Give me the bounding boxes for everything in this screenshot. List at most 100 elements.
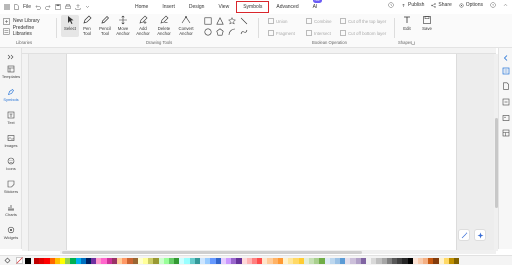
tab-home[interactable]: Home <box>128 1 155 13</box>
tab-view[interactable]: View <box>211 1 236 13</box>
drawing-tools-label: Drawing Tools <box>146 40 173 45</box>
expand-group-icon[interactable] <box>411 41 415 45</box>
color-swatch[interactable] <box>454 258 460 264</box>
arc-shape-icon[interactable] <box>228 28 236 36</box>
new-library-icon <box>3 17 10 25</box>
icons-icon <box>7 157 15 165</box>
pen-tool-button[interactable]: Pen Tool <box>78 15 96 36</box>
sidebar-item-symbols[interactable]: Symbols <box>0 88 22 102</box>
select-tool-button[interactable]: Select <box>61 15 79 37</box>
collapse-panel-icon[interactable] <box>502 54 510 62</box>
tab-design[interactable]: Design <box>182 1 212 13</box>
select-tool-label: Select <box>64 26 76 31</box>
star-shape-icon[interactable] <box>228 17 236 25</box>
delete-anchor-icon <box>160 15 169 24</box>
options-button[interactable]: Options <box>459 2 483 8</box>
sidebar-item-charts[interactable]: Charts <box>0 203 22 217</box>
add-anchor-icon <box>139 15 148 24</box>
right-panel <box>498 48 512 249</box>
publish-icon <box>402 3 405 7</box>
page-panel-icon[interactable] <box>502 82 510 90</box>
ribbon-tabs: Home Insert Design View Symbols Advanced… <box>128 0 325 13</box>
redo-icon[interactable] <box>45 4 51 10</box>
delete-anchor-label2: Anchor <box>157 31 171 36</box>
layers-panel-icon[interactable] <box>502 98 510 106</box>
horizontal-scrollbar[interactable] <box>60 250 496 254</box>
file-menu[interactable]: File <box>23 4 31 10</box>
publish-button[interactable]: Publish <box>401 2 424 8</box>
collapse-ribbon-icon[interactable] <box>503 2 508 8</box>
horizontal-scroll-thumb[interactable] <box>62 250 362 254</box>
export-icon[interactable] <box>75 4 81 10</box>
format-panel-icon[interactable] <box>502 67 510 75</box>
fragment-label: Fragment <box>276 30 295 36</box>
image-panel-icon[interactable] <box>502 114 510 122</box>
sidebar-item-templates[interactable]: Templates <box>0 65 22 79</box>
help-icon[interactable]: ? <box>490 2 496 8</box>
edit-shapes-button[interactable]: Edit <box>398 15 416 31</box>
left-sidebar: Templates Symbols Text Images Icons Stic… <box>0 48 22 249</box>
vertical-ruler <box>22 54 29 251</box>
save-symbol-button[interactable]: Save <box>418 15 436 31</box>
libraries-group: New Library Predefine Libraries <box>3 16 53 37</box>
predefine-libraries-button[interactable]: Predefine Libraries <box>3 25 53 37</box>
color-palette-bar <box>0 255 512 265</box>
share-button[interactable]: Share <box>431 2 452 8</box>
more-icon[interactable] <box>85 4 90 10</box>
cut-bottom-layer-button[interactable]: Cut off bottom layer <box>340 30 386 36</box>
drawing-page[interactable] <box>66 54 457 251</box>
fill-bucket-icon[interactable] <box>4 257 11 264</box>
tab-symbols[interactable]: Symbols <box>236 1 270 13</box>
pencil-tool-button[interactable]: Pencil Tool <box>96 15 114 36</box>
publish-label: Publish <box>408 2 425 8</box>
pencil-tool-label2: Tool <box>101 31 109 36</box>
delete-anchor-button[interactable]: Delete Anchor <box>155 15 173 36</box>
triangle-shape-icon[interactable] <box>216 17 224 25</box>
magic-tool-button[interactable] <box>458 229 470 241</box>
line-shape-icon[interactable] <box>240 17 248 25</box>
cut-bottom-label: Cut off bottom layer <box>348 30 387 36</box>
tab-ai[interactable]: AI hot <box>306 0 325 13</box>
widgets-icon <box>7 226 15 234</box>
history-icon[interactable] <box>388 2 394 8</box>
hamburger-menu-icon[interactable] <box>4 4 10 10</box>
move-anchor-label2: Anchor <box>116 31 130 36</box>
no-fill-icon[interactable] <box>16 257 23 264</box>
fragment-button[interactable]: Fragment <box>268 30 295 36</box>
curve-shape-icon[interactable] <box>240 28 248 36</box>
stickers-icon <box>7 180 15 188</box>
predefine-libraries-icon <box>3 27 10 35</box>
move-anchor-button[interactable]: Move Anchor <box>114 15 132 36</box>
undo-icon[interactable] <box>35 4 41 10</box>
union-button[interactable]: Union <box>268 18 287 24</box>
black-swatch[interactable] <box>25 257 31 264</box>
print-icon[interactable] <box>65 4 71 10</box>
ai-assistant-button[interactable] <box>474 229 486 241</box>
intersect-icon <box>306 30 312 36</box>
cut-top-label: Cut off the top layer <box>348 18 387 24</box>
rectangle-shape-icon[interactable] <box>204 17 212 25</box>
combine-button[interactable]: Combine <box>306 18 332 24</box>
tab-advanced[interactable]: Advanced <box>269 1 305 13</box>
sparkle-icon <box>477 232 483 238</box>
circle-shape-icon[interactable] <box>204 28 212 36</box>
tab-insert[interactable]: Insert <box>155 1 182 13</box>
save-icon[interactable] <box>55 4 61 10</box>
cut-top-layer-button[interactable]: Cut off the top layer <box>340 18 386 24</box>
combine-icon <box>306 18 312 24</box>
sidebar-item-images[interactable]: Images <box>0 134 22 148</box>
sidebar-item-widgets[interactable]: Widgets <box>0 226 22 240</box>
settings-panel-icon[interactable] <box>502 129 510 137</box>
cut-bottom-icon <box>340 30 346 36</box>
add-anchor-button[interactable]: Add Anchor <box>134 15 152 36</box>
expand-sidebar-icon[interactable] <box>7 54 14 60</box>
sidebar-item-stickers[interactable]: Stickers <box>0 180 22 194</box>
intersect-button[interactable]: Intersect <box>306 30 331 36</box>
polygon-shape-icon[interactable] <box>216 28 224 36</box>
sidebar-item-icons[interactable]: Icons <box>0 157 22 171</box>
images-icon <box>7 135 15 141</box>
sidebar-item-text[interactable]: Text <box>0 111 22 125</box>
convert-anchor-button[interactable]: Convert Anchor <box>177 15 195 36</box>
pen-tool-label2: Tool <box>83 31 91 36</box>
ribbon-divider <box>258 18 259 38</box>
